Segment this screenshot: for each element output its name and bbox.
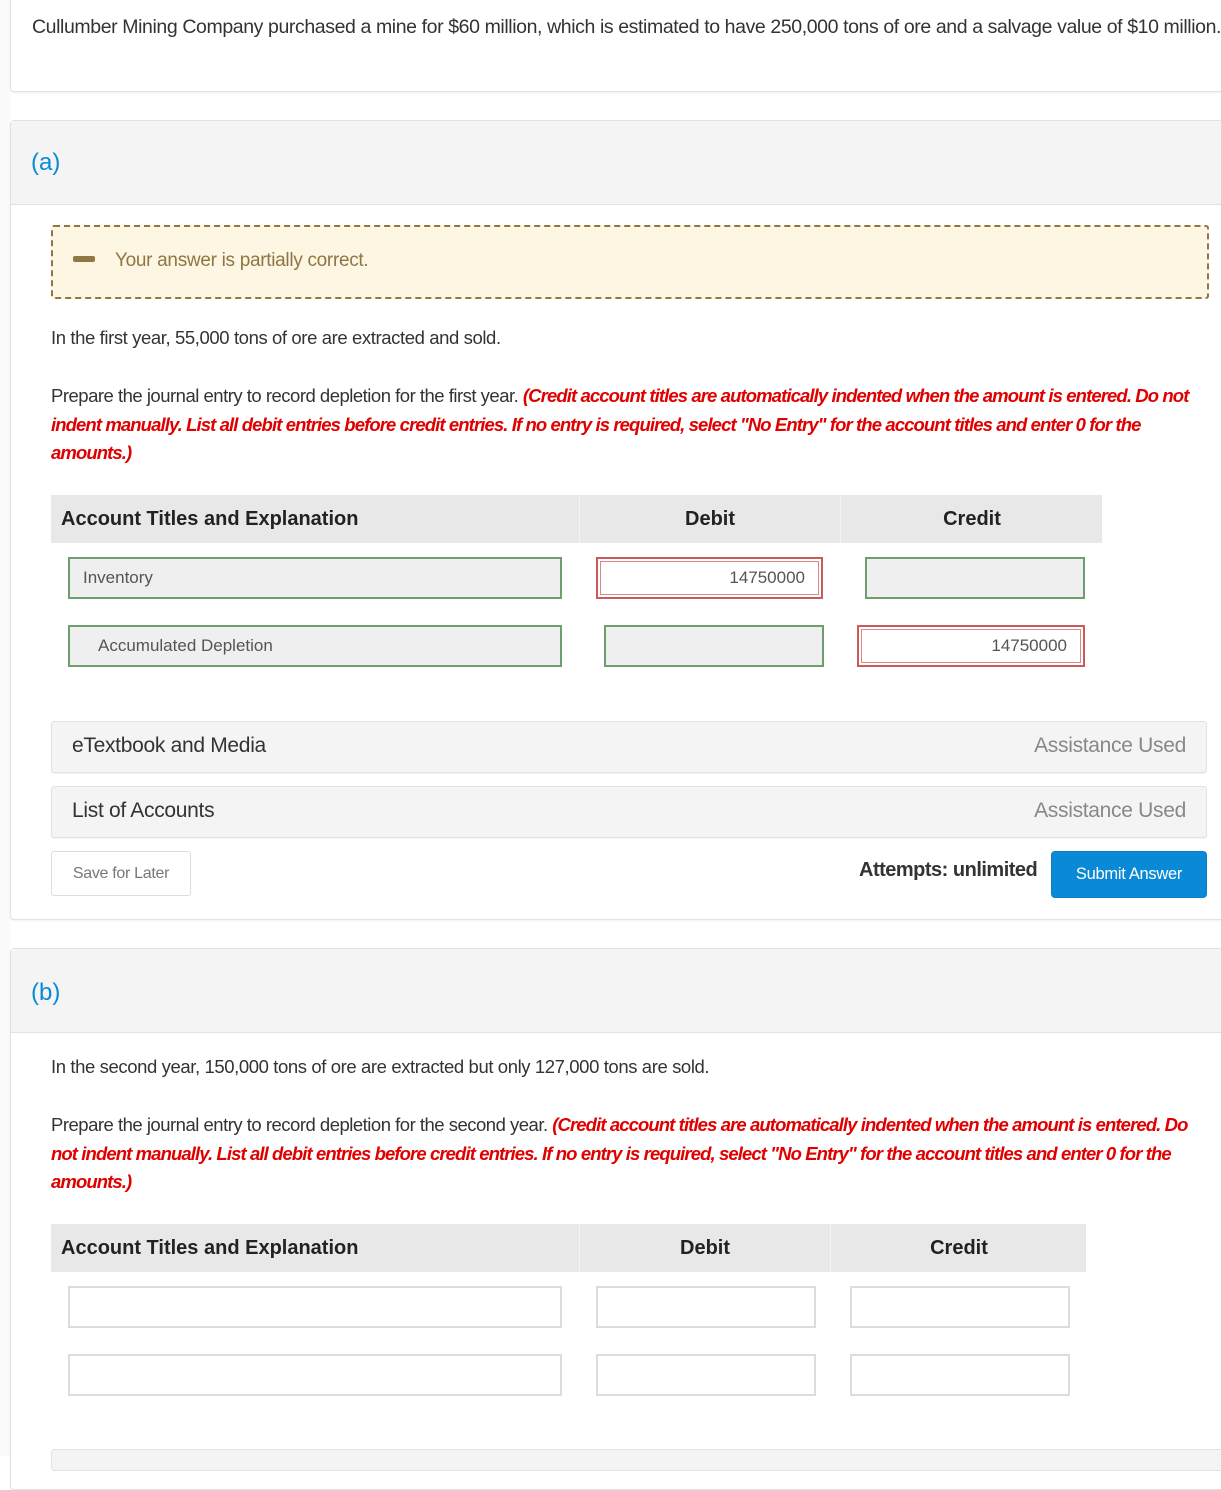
etextbook-media-link[interactable]: eTextbook and Media Assistance Used <box>51 721 1207 773</box>
header-credit: Credit <box>840 495 1103 543</box>
part-a-header: (a) <box>11 121 1221 205</box>
debit-input[interactable] <box>596 1354 816 1396</box>
partial-minus-icon <box>73 256 95 262</box>
account-title-input[interactable] <box>68 1286 562 1328</box>
part-b-question: In the second year, 150,000 tons of ore … <box>51 1056 710 1077</box>
debit-input[interactable] <box>596 1286 816 1328</box>
credit-input[interactable] <box>865 557 1085 599</box>
assistance-status: Assistance Used <box>1034 799 1186 822</box>
feedback-partially-correct: Your answer is partially correct. <box>51 225 1209 299</box>
account-title-input[interactable] <box>68 1354 562 1396</box>
header-credit: Credit <box>830 1224 1087 1272</box>
credit-input[interactable]: 14750000 <box>857 625 1085 667</box>
part-a-instructions: Prepare the journal entry to record depl… <box>51 382 1201 468</box>
account-title-input[interactable]: Inventory <box>68 557 562 599</box>
header-debit: Debit <box>579 495 840 543</box>
credit-input[interactable] <box>850 1286 1070 1328</box>
submit-answer-button[interactable]: Submit Answer <box>1051 851 1207 898</box>
table-header: Account Titles and Explanation Debit Cre… <box>51 495 1102 543</box>
table-header: Account Titles and Explanation Debit Cre… <box>51 1224 1086 1272</box>
part-b-header: (b) <box>11 949 1221 1033</box>
etextbook-media-link[interactable] <box>51 1449 1221 1471</box>
part-a-label: (a) <box>31 149 61 176</box>
debit-input[interactable]: 14750000 <box>596 557 823 599</box>
part-a-question: In the first year, 55,000 tons of ore ar… <box>51 327 501 348</box>
instruction-text: Prepare the journal entry to record depl… <box>51 385 523 406</box>
feedback-text: Your answer is partially correct. <box>115 250 369 271</box>
assistance-status: Assistance Used <box>1034 734 1186 757</box>
header-account: Account Titles and Explanation <box>61 508 359 530</box>
problem-statement: Cullumber Mining Company purchased a min… <box>32 16 1221 38</box>
part-b-label: (b) <box>31 979 61 1006</box>
part-b-instructions: Prepare the journal entry to record depl… <box>51 1111 1201 1197</box>
problem-statement-card: Cullumber Mining Company purchased a min… <box>10 0 1221 92</box>
debit-input[interactable] <box>604 625 824 667</box>
account-title-input[interactable]: Accumulated Depletion <box>68 625 562 667</box>
header-debit: Debit <box>579 1224 830 1272</box>
save-for-later-button[interactable]: Save for Later <box>51 851 191 896</box>
credit-input[interactable] <box>850 1354 1070 1396</box>
part-b-card: (b) In the second year, 150,000 tons of … <box>10 948 1221 1490</box>
page-gutter <box>0 0 10 1456</box>
part-a-card: (a) Your answer is partially correct. In… <box>10 120 1221 920</box>
instruction-text: Prepare the journal entry to record depl… <box>51 1114 553 1135</box>
list-of-accounts-link[interactable]: List of Accounts Assistance Used <box>51 786 1207 838</box>
attempts-label: Attempts: unlimited <box>859 859 1038 881</box>
header-account: Account Titles and Explanation <box>61 1237 359 1259</box>
